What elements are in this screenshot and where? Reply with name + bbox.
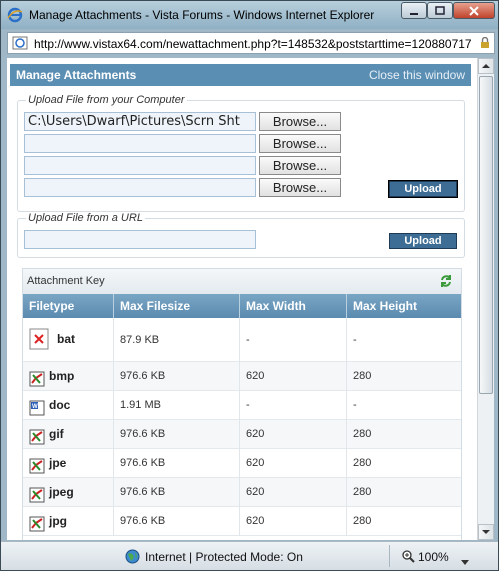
max-width-cell: 620 bbox=[240, 362, 347, 391]
browse-button-4[interactable]: Browse... bbox=[259, 178, 341, 197]
chevron-down-icon[interactable] bbox=[461, 554, 469, 568]
table-row: jpe 976.6 KB 620 280 bbox=[23, 449, 461, 478]
table-row: W doc 1.91 MB - - bbox=[23, 391, 461, 420]
upload-computer-legend: Upload File from your Computer bbox=[26, 94, 187, 106]
table-row: bat 87.9 KB - - bbox=[23, 318, 461, 362]
table-row: jpg 976.6 KB 620 280 bbox=[23, 507, 461, 536]
filetype-cell: gif bbox=[23, 420, 114, 449]
file-input-4[interactable] bbox=[24, 178, 256, 197]
close-window-button[interactable] bbox=[453, 2, 495, 19]
refresh-icon[interactable] bbox=[439, 274, 453, 291]
max-height-cell: 280 bbox=[353, 428, 372, 440]
column-header-max-height: Max Height bbox=[353, 299, 418, 313]
max-width-cell: - bbox=[240, 391, 347, 420]
filetype-cell: W doc bbox=[23, 391, 114, 420]
filetype-label: jpeg bbox=[49, 485, 74, 499]
title-bar: Manage Attachments - Vista Forums - Wind… bbox=[1, 1, 498, 29]
max-width-cell: 620 bbox=[240, 507, 347, 536]
table-row: jpeg 976.6 KB 620 280 bbox=[23, 478, 461, 507]
ie-window: Manage Attachments - Vista Forums - Wind… bbox=[0, 0, 499, 571]
security-lock-icon bbox=[480, 36, 490, 52]
max-filesize-cell: 976.6 KB bbox=[114, 507, 240, 536]
column-header-max-filesize: Max Filesize bbox=[114, 294, 240, 318]
max-width-cell: 620 bbox=[240, 449, 347, 478]
max-height-cell: 280 bbox=[353, 370, 372, 382]
max-width-cell: 620 bbox=[240, 478, 347, 507]
browse-button-1[interactable]: Browse... bbox=[259, 112, 341, 131]
max-width-cell: 620 bbox=[240, 420, 347, 449]
max-filesize-cell: 976.6 KB bbox=[114, 362, 240, 391]
filetype-label: bat bbox=[57, 332, 75, 346]
bat-file-icon bbox=[29, 328, 49, 361]
internet-globe-icon bbox=[125, 549, 140, 567]
max-filesize-cell: 976.6 KB bbox=[114, 449, 240, 478]
filetype-cell: bat bbox=[23, 318, 114, 362]
max-height-cell: 280 bbox=[353, 515, 372, 527]
max-filesize-cell: 87.9 KB bbox=[114, 318, 240, 362]
manage-attachments-header: Manage Attachments Close this window bbox=[10, 64, 471, 86]
column-header-filetype: Filetype bbox=[23, 294, 114, 318]
max-height-cell: - bbox=[353, 334, 357, 346]
upload-url-button[interactable]: Upload bbox=[389, 233, 457, 249]
max-filesize-cell: 1.91 MB bbox=[114, 391, 240, 420]
attachment-key-title: Attachment Key bbox=[27, 275, 105, 287]
table-row: gif 976.6 KB 620 280 bbox=[23, 420, 461, 449]
attachment-table-body: bat 87.9 KB - - bmp 976.6 KB 620 280 W d… bbox=[23, 318, 461, 540]
file-input-3[interactable] bbox=[24, 156, 256, 175]
scrollbar-thumb[interactable] bbox=[479, 76, 493, 394]
filetype-label: jpe bbox=[49, 456, 67, 470]
address-url[interactable]: http://www.vistax64.com/newattachment.ph… bbox=[34, 37, 482, 51]
ie-logo-icon bbox=[7, 7, 23, 23]
upload-computer-button[interactable]: Upload bbox=[388, 180, 458, 198]
filetype-label: gif bbox=[49, 427, 64, 441]
max-filesize-cell: 976.6 KB bbox=[114, 420, 240, 449]
filetype-cell: jpg bbox=[23, 507, 114, 536]
page-icon bbox=[12, 36, 28, 53]
filetype-cell: jpe bbox=[23, 449, 114, 478]
max-filesize-cell: 976.6 KB bbox=[114, 478, 240, 507]
status-bar: Internet | Protected Mode: On 100% bbox=[1, 541, 498, 570]
scroll-up-button[interactable] bbox=[478, 58, 494, 74]
file-input-1[interactable]: C:\Users\Dwarf\Pictures\Scrn Sht bbox=[24, 112, 256, 131]
page-content: Manage Attachments Close this window Upl… bbox=[7, 58, 477, 540]
svg-text:W: W bbox=[32, 404, 38, 410]
scroll-down-button[interactable] bbox=[478, 524, 494, 540]
image-file-icon bbox=[29, 514, 45, 540]
maximize-button[interactable] bbox=[427, 2, 453, 19]
browse-button-2[interactable]: Browse... bbox=[259, 134, 341, 153]
close-this-window-link[interactable]: Close this window bbox=[369, 68, 465, 82]
browse-button-3[interactable]: Browse... bbox=[259, 156, 341, 175]
filetype-label: bmp bbox=[49, 369, 75, 383]
minimize-button[interactable] bbox=[401, 2, 427, 19]
upload-url-legend: Upload File from a URL bbox=[26, 212, 145, 224]
table-row: bmp 976.6 KB 620 280 bbox=[23, 362, 461, 391]
filetype-label: doc bbox=[49, 398, 71, 412]
attachment-key-header: Attachment Key bbox=[23, 269, 461, 294]
filetype-cell: bmp bbox=[23, 362, 114, 391]
column-header-max-width: Max Width bbox=[240, 294, 347, 318]
file-input-2[interactable] bbox=[24, 134, 256, 153]
max-width-cell: - bbox=[240, 318, 347, 362]
attachment-key-panel: Attachment Key Filetype Max Filesize Max… bbox=[22, 268, 462, 540]
status-divider bbox=[389, 545, 390, 567]
url-input[interactable] bbox=[24, 230, 256, 249]
max-height-cell: 280 bbox=[353, 457, 372, 469]
window-title: Manage Attachments - Vista Forums - Wind… bbox=[29, 8, 375, 22]
page-title: Manage Attachments bbox=[16, 68, 137, 82]
zoom-icon[interactable] bbox=[401, 549, 415, 566]
address-bar[interactable]: http://www.vistax64.com/newattachment.ph… bbox=[7, 32, 495, 54]
filetype-label: jpg bbox=[49, 514, 67, 528]
zoom-level[interactable]: 100% bbox=[418, 550, 449, 564]
filetype-cell: jpeg bbox=[23, 478, 114, 507]
max-height-cell: - bbox=[353, 399, 357, 411]
max-height-cell: 280 bbox=[353, 486, 372, 498]
attachment-table-header: Filetype Max Filesize Max Width Max Heig… bbox=[23, 294, 461, 318]
security-zone-text[interactable]: Internet | Protected Mode: On bbox=[145, 550, 303, 564]
vertical-scrollbar[interactable] bbox=[477, 58, 494, 540]
